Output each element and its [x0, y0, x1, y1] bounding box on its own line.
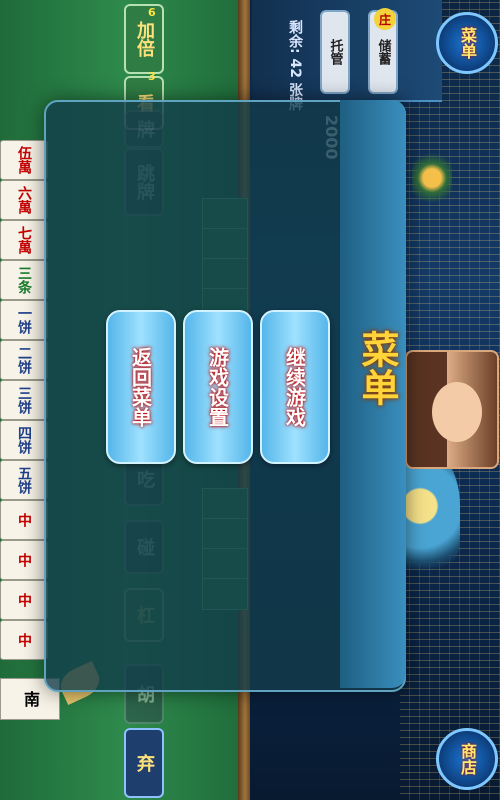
menu-round-button[interactable]: 菜单	[436, 12, 498, 74]
remaining-label: 剩余:	[287, 20, 303, 54]
remaining-tiles: 剩余: 42 张牌	[285, 20, 305, 111]
hand-tile[interactable]: 中	[0, 620, 48, 660]
tile-face: 一饼	[16, 306, 32, 334]
tile-face: 三饼	[16, 386, 32, 414]
see-count: 3	[148, 70, 156, 83]
dealer-badge: 庄	[374, 8, 396, 30]
opponent-avatar	[405, 350, 499, 469]
tile-face: 七萬	[16, 226, 32, 254]
tile-face: 中	[16, 633, 32, 647]
tile-face: 伍萬	[16, 146, 32, 174]
hand-tile[interactable]: 二饼	[0, 340, 48, 380]
hand-tile[interactable]: 七萬	[0, 220, 48, 260]
hand-tile[interactable]: 三条	[0, 260, 48, 300]
tile-face: 中	[16, 593, 32, 607]
hand-tile[interactable]: 六萬	[0, 180, 48, 220]
game-screen: 储蓄 托管 庄 剩余: 42 张牌 2000 菜单 商店 加倍 6 看 3 牌 …	[0, 0, 500, 800]
game-settings-label: 游戏设置	[205, 347, 230, 427]
tile-face: 六萬	[16, 186, 32, 214]
discard-label: 弃	[134, 754, 155, 772]
tile-face: 中	[16, 513, 32, 527]
avatar-face	[432, 382, 482, 442]
hand-tile[interactable]: 一饼	[0, 300, 48, 340]
tile-face: 二饼	[16, 346, 32, 374]
return-menu-button[interactable]: 返回菜单	[106, 310, 176, 464]
auto-play-button[interactable]: 托管	[320, 10, 350, 94]
continue-game-label: 继续游戏	[282, 347, 307, 427]
continue-game-button[interactable]: 继续游戏	[260, 310, 330, 464]
shop-round-button[interactable]: 商店	[436, 728, 498, 790]
hand-tile[interactable]: 四饼	[0, 420, 48, 460]
remaining-value: 42	[287, 58, 303, 78]
drawn-tile-face: 南	[21, 691, 40, 707]
hand-tile[interactable]: 中	[0, 500, 48, 540]
player-info-panel: 储蓄 托管	[252, 0, 442, 102]
tile-face: 四饼	[16, 426, 32, 454]
hand-tile[interactable]: 中	[0, 580, 48, 620]
hand-tile[interactable]: 五饼	[0, 460, 48, 500]
double-button[interactable]: 加倍	[124, 4, 164, 74]
hand-tile[interactable]: 三饼	[0, 380, 48, 420]
menu-title: 菜单	[355, 330, 399, 406]
double-count: 6	[148, 6, 156, 19]
discard-button[interactable]: 弃	[124, 728, 164, 798]
tile-face: 五饼	[16, 466, 32, 494]
return-menu-label: 返回菜单	[128, 347, 153, 427]
double-label: 加倍	[134, 21, 155, 57]
dragon-emblem-icon	[412, 148, 452, 208]
tile-face: 三条	[16, 266, 32, 294]
hand-tile[interactable]: 伍萬	[0, 140, 48, 180]
game-settings-button[interactable]: 游戏设置	[183, 310, 253, 464]
tile-face: 中	[16, 553, 32, 567]
hand-tile[interactable]: 中	[0, 540, 48, 580]
